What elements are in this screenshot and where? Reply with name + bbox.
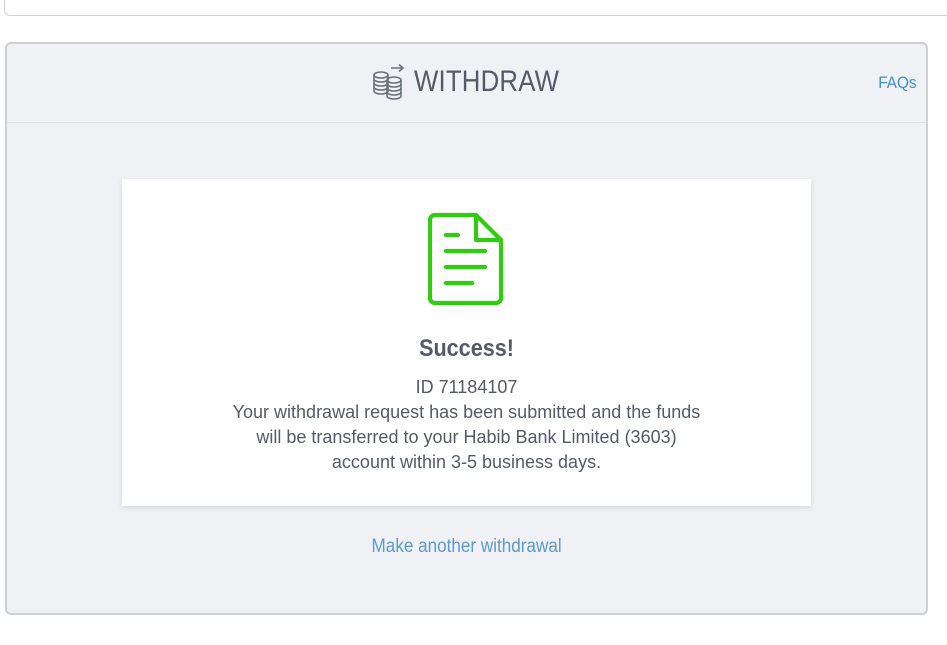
header-title-group: WITHDRAW [372, 63, 561, 101]
faqs-link[interactable]: FAQs [879, 73, 917, 93]
page-title: WITHDRAW [414, 65, 560, 98]
panel-header: WITHDRAW FAQs [7, 44, 926, 123]
make-another-withdrawal-label[interactable]: Make another withdrawal [371, 536, 561, 558]
withdraw-panel: WITHDRAW FAQs Success! ID 71184107 Your … [5, 42, 928, 615]
document-icon [122, 211, 811, 307]
top-panel-edge [4, 0, 947, 16]
success-heading: Success! [419, 335, 514, 362]
success-card: Success! ID 71184107 Your withdrawal req… [122, 179, 811, 506]
make-another-withdrawal-link[interactable]: Make another withdrawal [7, 536, 926, 558]
coins-transfer-icon [372, 63, 406, 101]
withdrawal-id: ID 71184107 [415, 377, 518, 397]
success-message: Your withdrawal request has been submitt… [232, 402, 701, 472]
